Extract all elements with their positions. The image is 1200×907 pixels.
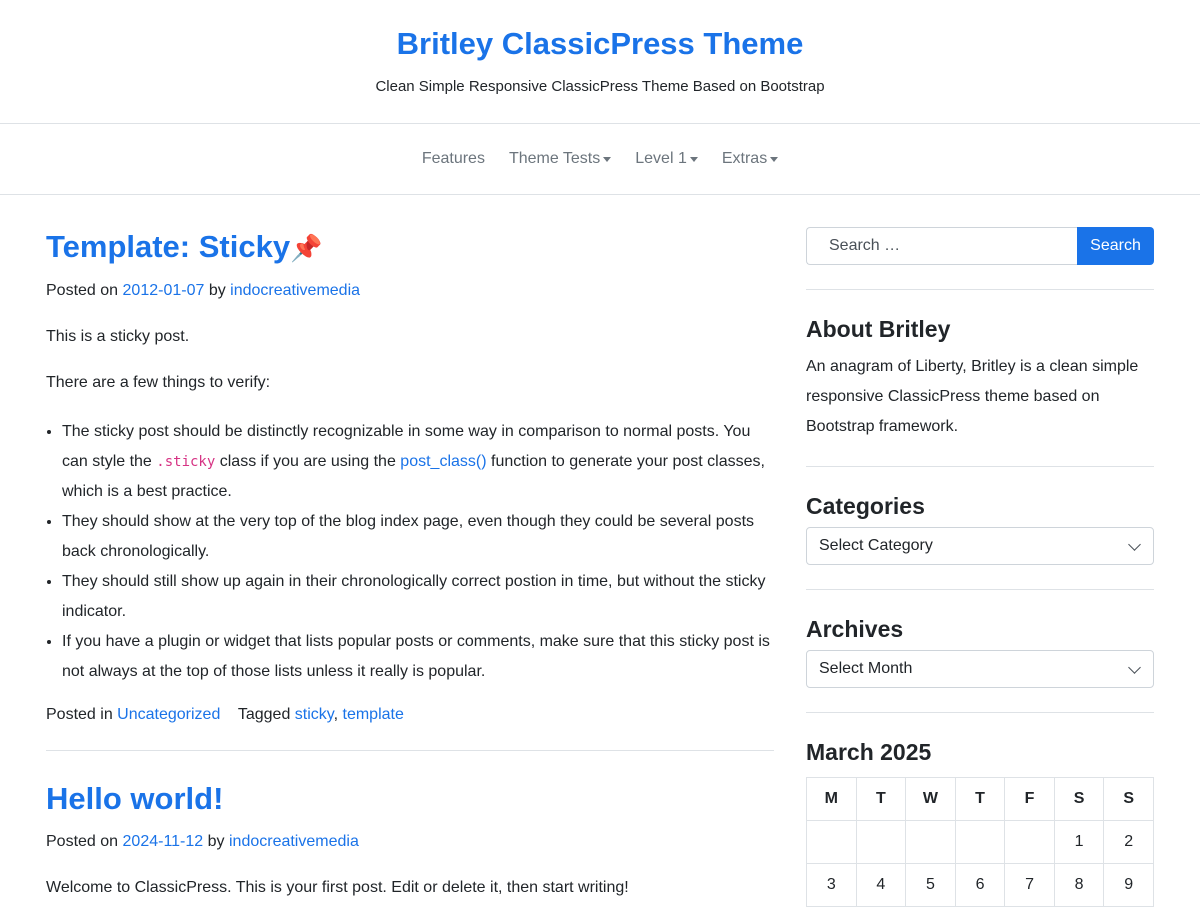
- select-value: Select Category: [819, 537, 933, 554]
- paragraph: There are a few things to verify:: [46, 374, 271, 391]
- calendar-day: 6: [954, 863, 1006, 907]
- weekday-header: T: [954, 777, 1006, 821]
- weekday-header: F: [1004, 777, 1055, 821]
- post-meta: Posted on 2012-01-07 by indocreativemedi…: [46, 279, 774, 303]
- calendar-day: 1: [1053, 820, 1105, 864]
- category-select[interactable]: Select Category: [806, 527, 1154, 565]
- posted-on-label: Posted on: [46, 833, 119, 850]
- code-sticky: .sticky: [156, 454, 216, 470]
- author-link[interactable]: indocreativemedia: [229, 833, 359, 850]
- widget-divider: [806, 589, 1154, 590]
- calendar-week-row: 1 2: [806, 820, 1154, 864]
- calendar-day: [1004, 820, 1055, 864]
- post-content: Welcome to ClassicPress. This is your fi…: [46, 876, 774, 900]
- calendar-day: 3: [806, 863, 857, 907]
- caret-down-icon: [689, 156, 698, 162]
- post-footer-meta: Posted in Uncategorized Tagged sticky, t…: [46, 706, 404, 723]
- posted-on-label: Posted on: [46, 282, 119, 299]
- categories-title: Categories: [806, 493, 925, 519]
- main-content: Template: Sticky📌 Posted on 2012-01-07 b…: [46, 227, 774, 900]
- site-header: Britley ClassicPress Theme Clean Simple …: [0, 0, 1200, 124]
- archive-select[interactable]: Select Month: [806, 650, 1154, 688]
- calendar-day: 4: [855, 863, 907, 907]
- main-navigation: Features Theme Tests Level 1 Extras: [0, 124, 1200, 195]
- widget-divider: [806, 466, 1154, 467]
- chevron-down-icon: [1128, 537, 1141, 551]
- calendar-day: [905, 820, 956, 864]
- post-meta: Posted on 2024-11-12 by indocreativemedi…: [46, 830, 774, 854]
- calendar-day: 5: [905, 863, 956, 907]
- post-title-link[interactable]: Template: Sticky: [46, 229, 290, 264]
- posted-in-label: Posted in: [46, 706, 113, 723]
- post-title: Template: Sticky📌: [46, 227, 774, 268]
- post-class-link[interactable]: post_class(): [400, 453, 486, 470]
- calendar-day: 8: [1053, 863, 1105, 907]
- site-description: Clean Simple Responsive ClassicPress The…: [375, 78, 825, 95]
- paragraph: Welcome to ClassicPress. This is your fi…: [46, 879, 629, 896]
- site-title[interactable]: Britley ClassicPress Theme: [0, 0, 1200, 63]
- sidebar: Search About Britley An anagram of Liber…: [806, 227, 1154, 907]
- calendar-day: 7: [1004, 863, 1055, 907]
- nav-item-label: Level 1: [635, 150, 687, 167]
- post-content: This is a sticky post. There are a few t…: [46, 325, 774, 687]
- widget-divider: [806, 712, 1154, 713]
- calendar-day: [806, 820, 857, 864]
- calendar-day: 2: [1103, 820, 1154, 864]
- category-link[interactable]: Uncategorized: [117, 706, 220, 723]
- post-title-link[interactable]: Hello world!: [46, 781, 223, 816]
- nav-item-extras[interactable]: Extras: [721, 150, 779, 168]
- paragraph: This is a sticky post.: [46, 328, 190, 345]
- tag-link-template[interactable]: template: [343, 706, 404, 723]
- post-date-link[interactable]: 2012-01-07: [123, 282, 205, 299]
- by-label: by: [208, 282, 226, 299]
- chevron-down-icon: [1128, 660, 1141, 674]
- widget-divider: [806, 289, 1154, 290]
- calendar-header-row: M T W T F S S: [806, 777, 1154, 821]
- author-link[interactable]: indocreativemedia: [230, 282, 360, 299]
- calendar-day: [954, 820, 1006, 864]
- post-sticky: Template: Sticky📌 Posted on 2012-01-07 b…: [46, 227, 774, 727]
- nav-item-features[interactable]: Features: [422, 150, 485, 168]
- about-title: About Britley: [806, 316, 951, 342]
- post-date-link[interactable]: 2024-11-12: [123, 833, 204, 850]
- calendar-title: March 2025: [806, 739, 932, 765]
- by-label: by: [207, 833, 225, 850]
- list-item: If you have a plugin or widget that list…: [62, 627, 774, 687]
- weekday-header: T: [855, 777, 907, 821]
- post-hello-world: Hello world! Posted on 2024-11-12 by ind…: [46, 779, 774, 900]
- nav-item-label: Features: [421, 150, 485, 167]
- weekday-header: M: [806, 777, 857, 821]
- search-input[interactable]: [806, 227, 1077, 265]
- calendar-day: 9: [1103, 863, 1154, 907]
- nav-item-label: Extras: [721, 150, 768, 167]
- tag-link-sticky[interactable]: sticky: [295, 706, 334, 723]
- pushpin-icon: 📌: [290, 233, 323, 263]
- weekday-header: W: [905, 777, 956, 821]
- list-item: They should show at the very top of the …: [62, 507, 774, 567]
- post-divider: [46, 750, 774, 751]
- list-text: class if you are using the: [219, 453, 396, 470]
- nav-item-level-1[interactable]: Level 1: [635, 150, 698, 168]
- search-button[interactable]: Search: [1077, 227, 1154, 265]
- calendar-day: [855, 820, 907, 864]
- tagged-label: Tagged: [237, 706, 291, 723]
- select-value: Select Month: [819, 660, 913, 677]
- calendar-week-row: 3 4 5 6 7 8 9: [806, 863, 1154, 907]
- nav-item-theme-tests[interactable]: Theme Tests: [508, 150, 612, 168]
- weekday-header: S: [1053, 777, 1105, 821]
- search-form: Search: [806, 227, 1154, 265]
- weekday-header: S: [1103, 777, 1154, 821]
- list-item: They should still show up again in their…: [62, 567, 774, 627]
- list-item: The sticky post should be distinctly rec…: [62, 417, 774, 507]
- caret-down-icon: [603, 156, 612, 162]
- calendar-table: M T W T F S S 1 2 3 4 5 6 7 8 9: [806, 777, 1154, 907]
- archives-title: Archives: [806, 616, 904, 642]
- nav-item-label: Theme Tests: [508, 150, 601, 167]
- verify-list: The sticky post should be distinctly rec…: [46, 417, 774, 687]
- about-text: An anagram of Liberty, Britley is a clea…: [806, 358, 1139, 435]
- caret-down-icon: [770, 156, 779, 162]
- post-title: Hello world!: [46, 779, 774, 819]
